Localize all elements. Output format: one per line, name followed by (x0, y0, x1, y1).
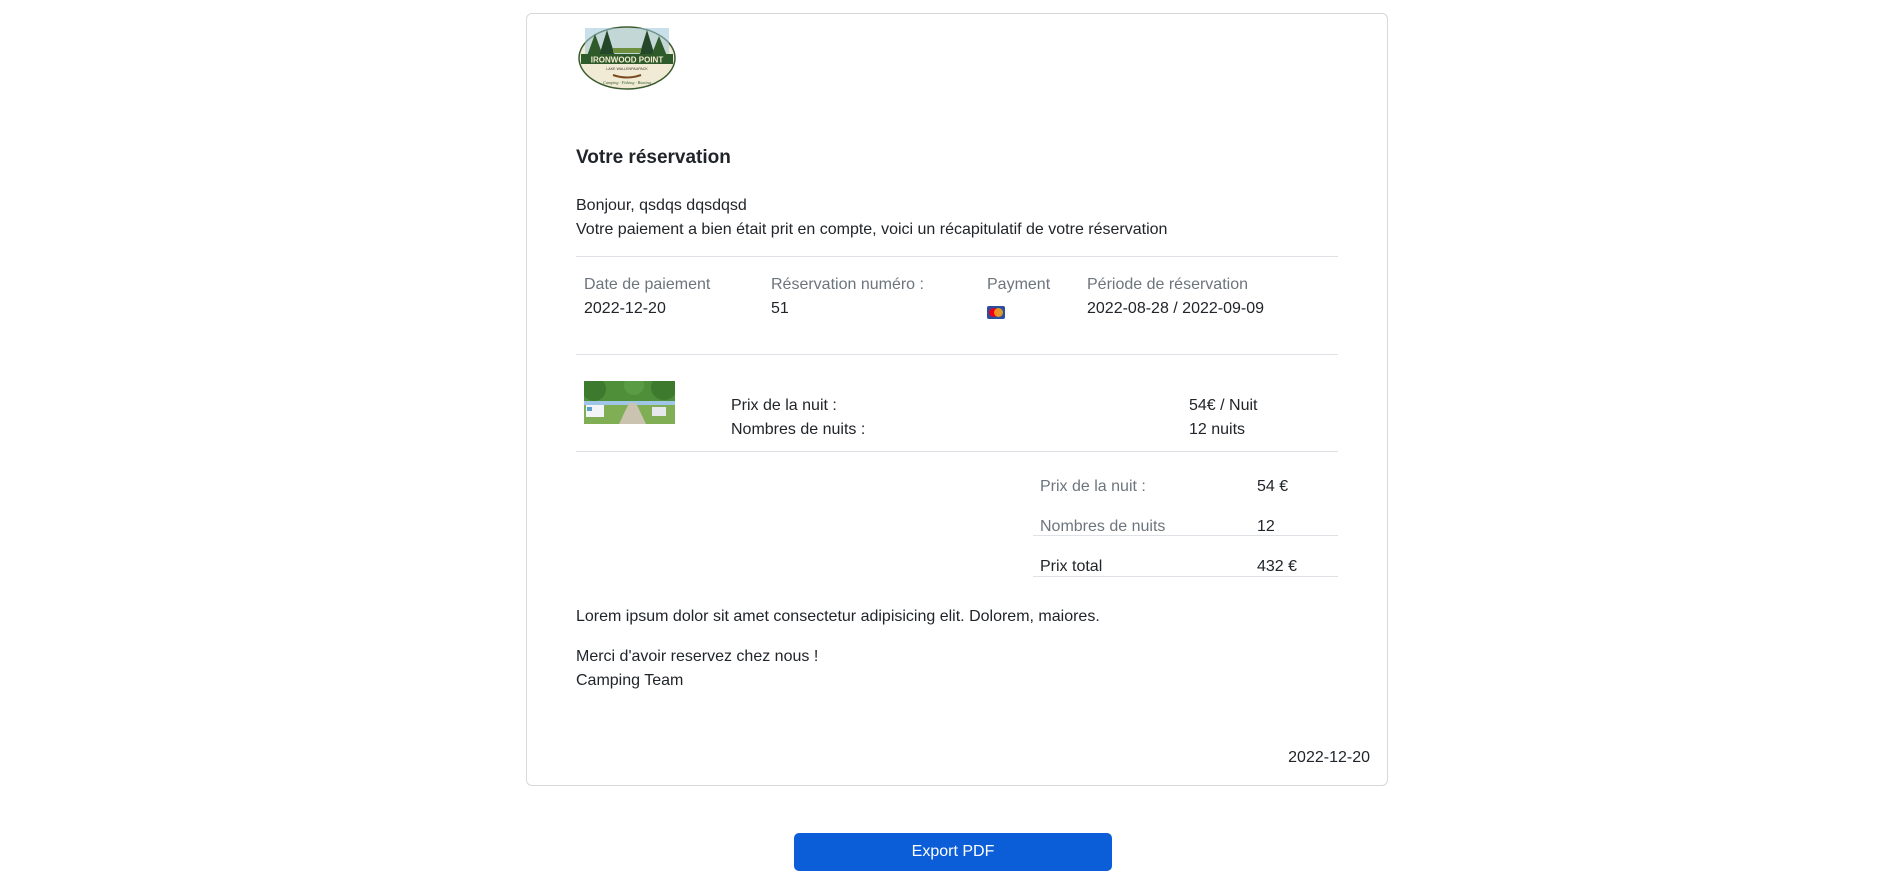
lorem-text: Lorem ipsum dolor sit amet consectetur a… (576, 608, 1100, 625)
payment-label: Payment (987, 276, 1051, 293)
greeting-text: Bonjour, qsdqs dqsdqsd (576, 197, 747, 214)
invoice-card: IRONWOOD POINT LAKE WALLENPAUPACK Campin… (526, 13, 1388, 786)
signature-text: Camping Team (576, 672, 684, 689)
divider (576, 354, 1338, 355)
reservation-number-label: Réservation numéro : (771, 276, 924, 293)
logo-tagline-text: Camping · Fishing · Boating (603, 80, 651, 85)
summary-nights-value: 12 (1257, 518, 1275, 535)
logo-subtitle-text: LAKE WALLENPAUPACK (606, 67, 648, 71)
payment-confirmation-text: Votre paiement a bien était prit en comp… (576, 221, 1168, 238)
reservation-number-value: 51 (771, 300, 789, 317)
item-price-label: Prix de la nuit : (731, 397, 837, 414)
divider (576, 256, 1338, 257)
logo-brand-text: IRONWOOD POINT (591, 56, 664, 65)
summary-price-label: Prix de la nuit : (1040, 478, 1146, 495)
summary-nights-label: Nombres de nuits (1040, 518, 1166, 535)
item-nights-label: Nombres de nuits : (731, 421, 866, 438)
ironwood-point-logo: IRONWOOD POINT LAKE WALLENPAUPACK Campin… (577, 22, 677, 90)
period-label: Période de réservation (1087, 276, 1248, 293)
page-title: Votre réservation (576, 147, 731, 168)
divider (576, 451, 1338, 452)
divider (1033, 535, 1338, 536)
payment-date-value: 2022-12-20 (584, 300, 666, 317)
summary-total-value: 432 € (1257, 558, 1298, 575)
thanks-text: Merci d'avoir reservez chez nous ! (576, 648, 819, 665)
campsite-thumbnail (584, 381, 675, 424)
summary-price-value: 54 € (1257, 478, 1289, 495)
divider (1033, 576, 1338, 577)
export-pdf-button[interactable]: Export PDF (794, 833, 1112, 871)
payment-date-label: Date de paiement (584, 276, 711, 293)
item-price-value: 54€ / Nuit (1189, 397, 1258, 414)
mastercard-icon (987, 306, 1005, 319)
period-value: 2022-08-28 / 2022-09-09 (1087, 300, 1265, 317)
item-nights-value: 12 nuits (1189, 421, 1246, 438)
summary-total-label: Prix total (1040, 558, 1103, 575)
footer-date: 2022-12-20 (1288, 749, 1370, 766)
